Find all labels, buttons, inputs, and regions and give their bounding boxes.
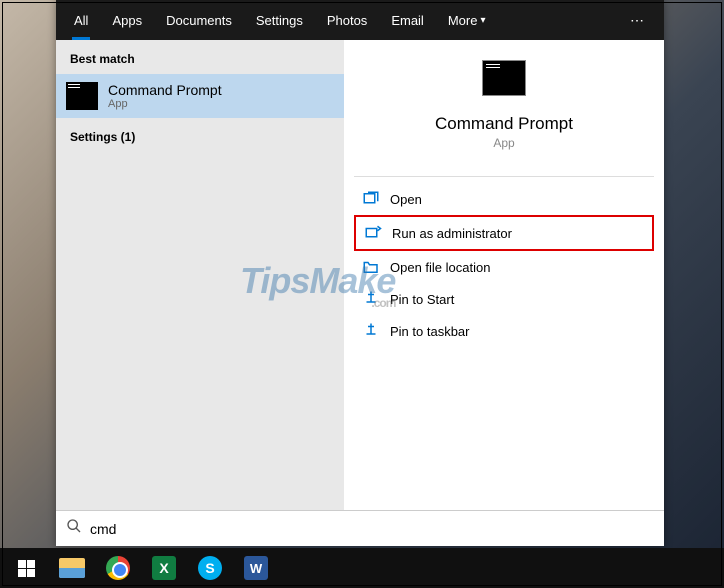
cmd-icon [66,82,98,110]
taskbar: X S W [0,548,724,588]
preview-cmd-icon [482,60,526,96]
tab-photos[interactable]: Photos [315,0,379,40]
excel-icon: X [152,556,176,580]
start-search-panel: All Apps Documents Settings Photos Email… [56,0,664,546]
search-input[interactable] [90,521,654,537]
action-open-loc-label: Open file location [390,260,490,275]
result-command-prompt[interactable]: Command Prompt App [56,74,344,118]
tab-settings[interactable]: Settings [244,0,315,40]
chrome-icon [106,556,130,580]
tab-email[interactable]: Email [379,0,436,40]
tab-more[interactable]: More▾ [436,0,498,40]
taskbar-chrome[interactable] [96,548,140,588]
folder-icon [362,259,380,275]
preview-column: Command Prompt App Open Run as administr… [344,40,664,510]
more-options-button[interactable]: ⋯ [616,12,658,29]
chevron-down-icon: ▾ [480,15,485,26]
windows-logo-icon [18,560,35,577]
action-pin-start-label: Pin to Start [390,292,454,307]
taskbar-excel[interactable]: X [142,548,186,588]
action-run-admin-label: Run as administrator [392,226,512,241]
action-pin-to-taskbar[interactable]: Pin to taskbar [354,315,654,347]
tab-more-label: More [448,13,478,28]
settings-header[interactable]: Settings (1) [56,118,344,156]
action-run-as-administrator[interactable]: Run as administrator [354,215,654,251]
search-tabs-bar: All Apps Documents Settings Photos Email… [56,0,664,40]
best-match-header: Best match [56,40,344,74]
taskbar-skype[interactable]: S [188,548,232,588]
shield-icon [364,225,382,241]
search-box[interactable] [56,510,664,546]
start-button[interactable] [4,548,48,588]
open-icon [362,191,380,207]
result-title: Command Prompt [108,82,222,98]
search-icon [66,518,82,539]
action-open[interactable]: Open [354,183,654,215]
action-pin-taskbar-label: Pin to taskbar [390,324,470,339]
pin-taskbar-icon [362,323,380,339]
taskbar-word[interactable]: W [234,548,278,588]
preview-subtitle: App [493,136,514,150]
file-explorer-icon [59,558,85,578]
preview-title: Command Prompt [435,114,573,134]
result-subtitle: App [108,98,222,110]
taskbar-file-explorer[interactable] [50,548,94,588]
tab-documents[interactable]: Documents [154,0,244,40]
pin-icon [362,291,380,307]
search-body: Best match Command Prompt App Settings (… [56,40,664,510]
actions-list: Open Run as administrator Open file loca… [344,170,664,347]
action-open-file-location[interactable]: Open file location [354,251,654,283]
action-pin-to-start[interactable]: Pin to Start [354,283,654,315]
tab-apps[interactable]: Apps [100,0,154,40]
result-text: Command Prompt App [108,82,222,110]
results-column: Best match Command Prompt App Settings (… [56,40,344,510]
word-icon: W [244,556,268,580]
tab-all[interactable]: All [62,0,100,40]
skype-icon: S [198,556,222,580]
action-open-label: Open [390,192,422,207]
